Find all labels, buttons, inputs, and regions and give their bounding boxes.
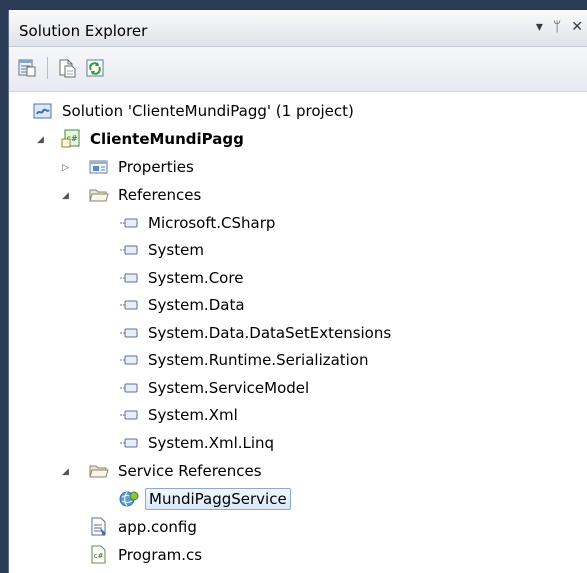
properties-window-icon[interactable] (17, 58, 37, 78)
solution-tree: Solution 'ClienteMundiPagg' (1 project) … (9, 92, 587, 573)
tree-item-label: System.Data.DataSetExtensions (148, 324, 392, 342)
refresh-icon[interactable] (85, 58, 105, 78)
tree-item-label: System.Runtime.Serialization (148, 351, 369, 369)
expand-arrow-icon[interactable]: ▷ (62, 163, 72, 173)
tree-item-label: Microsoft.CSharp (148, 214, 276, 232)
collapse-arrow-icon[interactable]: ◢ (62, 191, 72, 201)
reference-icon (120, 300, 138, 310)
tree-item-project[interactable]: c# ClienteMundiPagg (61, 128, 247, 150)
reference-icon (120, 438, 138, 448)
panel-toolbar (9, 47, 587, 92)
tree-item-reference[interactable]: System.ServiceModel (119, 377, 312, 399)
properties-icon (89, 160, 108, 174)
tree-item-label: System.Data (148, 296, 245, 314)
solution-explorer-panel: Solution Explorer ▾ ᛘ ✕ Solution 'Client… (8, 10, 587, 573)
reference-icon (120, 218, 138, 228)
toolbar-separator (47, 57, 48, 79)
tree-item-app-config[interactable]: app.config (89, 516, 200, 538)
tree-item-label: System.Xml.Linq (148, 434, 275, 452)
tree-item-label: References (118, 186, 202, 204)
solution-icon (33, 103, 52, 119)
service-reference-icon (119, 491, 139, 507)
reference-icon (120, 410, 138, 420)
tree-item-properties[interactable]: Properties (89, 156, 197, 178)
tree-item-program-cs[interactable]: c# Program.cs (89, 544, 205, 566)
collapse-arrow-icon[interactable]: ◢ (37, 135, 47, 145)
tree-item-service[interactable]: MundiPaggService (119, 488, 291, 510)
reference-icon (120, 273, 138, 283)
tree-item-reference[interactable]: System.Xml (119, 404, 241, 426)
tree-item-label: Properties (118, 158, 194, 176)
tree-item-reference[interactable]: System.Data.DataSetExtensions (119, 322, 394, 344)
tree-item-label: System.Core (148, 269, 244, 287)
close-icon[interactable]: ✕ (571, 19, 583, 35)
tree-item-label: Program.cs (118, 546, 203, 564)
reference-icon (120, 245, 138, 255)
tree-item-service-references[interactable]: Service References (89, 460, 265, 482)
pin-icon[interactable]: ᛘ (553, 19, 561, 35)
tree-item-label: System.Xml (148, 406, 238, 424)
config-file-icon (91, 517, 106, 536)
tree-item-label: Service References (118, 462, 262, 480)
csharp-project-icon: c# (61, 129, 80, 148)
tree-item-label: MundiPaggService (145, 488, 291, 510)
tree-item-references[interactable]: References (89, 184, 204, 206)
tree-item-reference[interactable]: Microsoft.CSharp (119, 212, 278, 234)
panel-title-controls: ▾ ᛘ ✕ (536, 19, 583, 35)
reference-icon (120, 383, 138, 393)
reference-icon (120, 355, 138, 365)
show-all-files-icon[interactable] (57, 58, 77, 78)
collapse-arrow-icon[interactable]: ◢ (62, 467, 72, 477)
svg-text:c#: c# (94, 552, 104, 560)
tree-item-reference[interactable]: System.Data (119, 294, 248, 316)
tree-item-label: Solution 'ClienteMundiPagg' (1 project) (62, 102, 354, 120)
open-folder-icon (89, 465, 109, 478)
reference-icon (120, 328, 138, 338)
panel-titlebar: Solution Explorer ▾ ᛘ ✕ (9, 10, 587, 47)
tree-item-reference[interactable]: System (119, 239, 207, 261)
tree-item-reference[interactable]: System.Xml.Linq (119, 432, 277, 454)
csharp-file-icon: c# (91, 545, 106, 564)
tree-item-label: ClienteMundiPagg (90, 130, 244, 148)
tree-item-reference[interactable]: System.Core (119, 267, 246, 289)
panel-title: Solution Explorer (19, 22, 148, 40)
tree-item-label: app.config (118, 518, 197, 536)
open-folder-icon (89, 189, 109, 202)
tree-item-label: System.ServiceModel (148, 379, 310, 397)
tree-item-solution[interactable]: Solution 'ClienteMundiPagg' (1 project) (33, 100, 357, 122)
tree-item-label: System (148, 241, 204, 259)
dropdown-icon[interactable]: ▾ (536, 19, 543, 35)
tree-item-reference[interactable]: System.Runtime.Serialization (119, 349, 372, 371)
